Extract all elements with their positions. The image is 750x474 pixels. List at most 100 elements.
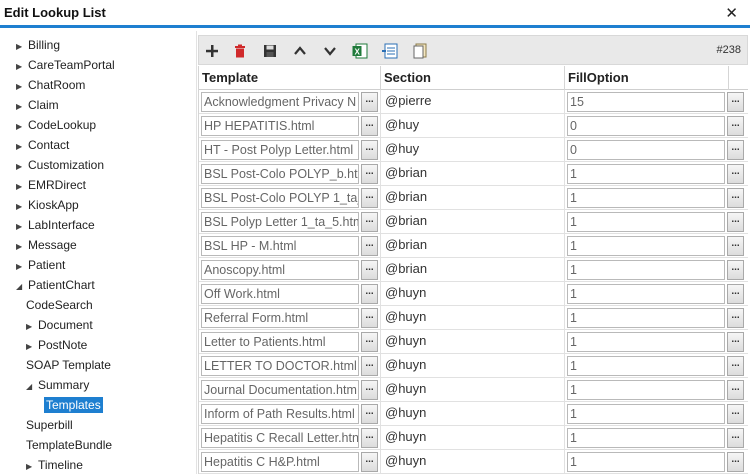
template-browse-button[interactable]: ... [361, 452, 378, 472]
column-header-template[interactable]: Template [199, 66, 381, 90]
filloption-browse-button[interactable]: ... [727, 380, 744, 400]
lookup-tree[interactable]: ▶ Billing ▶ CareTeamPortal ▶ ChatRoom ▶ Claim ▶ C… [0, 31, 196, 474]
template-browse-button[interactable]: ... [361, 308, 378, 328]
table-row[interactable]: Letter to Patients.html... @huyn 1... [199, 330, 748, 354]
save-icon[interactable] [259, 40, 281, 62]
table-row[interactable]: Anoscopy.html... @brian 1... [199, 258, 748, 282]
table-row[interactable]: Acknowledgment Privacy N... @pierre 15... [199, 90, 748, 114]
template-browse-button[interactable]: ... [361, 404, 378, 424]
filloption-browse-button[interactable]: ... [727, 188, 744, 208]
collapsed-arrow-icon[interactable]: ▶ [16, 57, 28, 77]
collapsed-arrow-icon[interactable]: ▶ [16, 197, 28, 217]
template-field[interactable]: Journal Documentation.htm [201, 380, 359, 400]
template-browse-button[interactable]: ... [361, 92, 378, 112]
template-browse-button[interactable]: ... [361, 212, 378, 232]
tree-item-labinterface[interactable]: ▶ LabInterface [16, 215, 95, 235]
column-header-filloption[interactable]: FillOption [565, 66, 729, 90]
filloption-browse-button[interactable]: ... [727, 452, 744, 472]
filloption-field[interactable]: 1 [567, 356, 725, 376]
table-row[interactable]: LETTER TO DOCTOR.html... @huyn 1... [199, 354, 748, 378]
filloption-browse-button[interactable]: ... [727, 332, 744, 352]
filloption-browse-button[interactable]: ... [727, 92, 744, 112]
template-browse-button[interactable]: ... [361, 236, 378, 256]
template-field[interactable]: Referral Form.html [201, 308, 359, 328]
section-cell[interactable]: @huyn [381, 354, 565, 378]
column-header-section[interactable]: Section [381, 66, 565, 90]
table-row[interactable]: Referral Form.html... @huyn 1... [199, 306, 748, 330]
table-row[interactable]: BSL Polyp Letter 1_ta_5.htm... @brian 1... [199, 210, 748, 234]
template-browse-button[interactable]: ... [361, 260, 378, 280]
filloption-browse-button[interactable]: ... [727, 212, 744, 232]
template-field[interactable]: BSL Post-Colo POLYP_b.htm [201, 164, 359, 184]
tree-item-contact[interactable]: ▶ Contact [16, 135, 69, 155]
collapsed-arrow-icon[interactable]: ▶ [26, 457, 38, 474]
table-row[interactable]: Journal Documentation.htm... @huyn 1... [199, 378, 748, 402]
move-up-icon[interactable] [289, 40, 311, 62]
filloption-field[interactable]: 1 [567, 404, 725, 424]
section-cell[interactable]: @huy [381, 138, 565, 162]
template-field[interactable]: HT - Post Polyp Letter.html [201, 140, 359, 160]
section-cell[interactable]: @huyn [381, 426, 565, 450]
table-row[interactable]: Hepatitis C Recall Letter.htn... @huyn 1..… [199, 426, 748, 450]
filloption-field[interactable]: 0 [567, 140, 725, 160]
section-cell[interactable]: @brian [381, 162, 565, 186]
tree-item-codesearch[interactable]: CodeSearch [26, 295, 93, 315]
tree-item-codelookup[interactable]: ▶ CodeLookup [16, 115, 96, 135]
table-row[interactable]: Off Work.html... @huyn 1... [199, 282, 748, 306]
filloption-field[interactable]: 1 [567, 260, 725, 280]
section-cell[interactable]: @huyn [381, 282, 565, 306]
filloption-field[interactable]: 1 [567, 380, 725, 400]
collapsed-arrow-icon[interactable]: ▶ [16, 97, 28, 117]
tree-item-summary[interactable]: ◢ Summary [26, 375, 89, 395]
add-icon[interactable] [201, 40, 223, 62]
template-field[interactable]: Anoscopy.html [201, 260, 359, 280]
move-down-icon[interactable] [319, 40, 341, 62]
tree-item-billing[interactable]: ▶ Billing [16, 35, 60, 55]
expanded-arrow-icon[interactable]: ◢ [16, 277, 28, 297]
tree-item-timeline[interactable]: ▶ Timeline [26, 455, 83, 474]
table-row[interactable]: HP HEPATITIS.html... @huy 0... [199, 114, 748, 138]
table-row[interactable]: HT - Post Polyp Letter.html... @huy 0... [199, 138, 748, 162]
template-browse-button[interactable]: ... [361, 380, 378, 400]
collapsed-arrow-icon[interactable]: ▶ [16, 37, 28, 57]
expanded-arrow-icon[interactable]: ◢ [26, 377, 38, 397]
collapsed-arrow-icon[interactable]: ▶ [16, 217, 28, 237]
table-row[interactable]: Hepatitis C H&P.html... @huyn 1... [199, 450, 748, 474]
splitter[interactable] [196, 31, 197, 474]
tree-item-customization[interactable]: ▶ Customization [16, 155, 104, 175]
filloption-browse-button[interactable]: ... [727, 356, 744, 376]
document-icon[interactable] [409, 40, 431, 62]
tree-item-templates[interactable]: Templates [44, 395, 103, 415]
collapsed-arrow-icon[interactable]: ▶ [26, 337, 38, 357]
filloption-browse-button[interactable]: ... [727, 308, 744, 328]
tree-item-templatebundle[interactable]: TemplateBundle [26, 435, 112, 455]
collapsed-arrow-icon[interactable]: ▶ [16, 257, 28, 277]
section-cell[interactable]: @huyn [381, 378, 565, 402]
template-field[interactable]: Off Work.html [201, 284, 359, 304]
table-row[interactable]: Inform of Path Results.html... @huyn 1... [199, 402, 748, 426]
section-cell[interactable]: @brian [381, 186, 565, 210]
collapsed-arrow-icon[interactable]: ▶ [26, 317, 38, 337]
filloption-browse-button[interactable]: ... [727, 428, 744, 448]
tree-item-chatroom[interactable]: ▶ ChatRoom [16, 75, 85, 95]
section-cell[interactable]: @huyn [381, 306, 565, 330]
template-browse-button[interactable]: ... [361, 164, 378, 184]
close-icon[interactable]: ✕ [725, 4, 738, 22]
section-cell[interactable]: @huyn [381, 402, 565, 426]
import-icon[interactable] [379, 40, 401, 62]
template-field[interactable]: LETTER TO DOCTOR.html [201, 356, 359, 376]
collapsed-arrow-icon[interactable]: ▶ [16, 157, 28, 177]
collapsed-arrow-icon[interactable]: ▶ [16, 117, 28, 137]
template-field[interactable]: BSL Polyp Letter 1_ta_5.htm [201, 212, 359, 232]
section-cell[interactable]: @brian [381, 210, 565, 234]
template-browse-button[interactable]: ... [361, 428, 378, 448]
filloption-field[interactable]: 1 [567, 332, 725, 352]
filloption-browse-button[interactable]: ... [727, 404, 744, 424]
filloption-field[interactable]: 15 [567, 92, 725, 112]
filloption-browse-button[interactable]: ... [727, 164, 744, 184]
tree-item-patient[interactable]: ▶ Patient [16, 255, 65, 275]
filloption-field[interactable]: 1 [567, 284, 725, 304]
template-field[interactable]: Hepatitis C Recall Letter.htn [201, 428, 359, 448]
template-browse-button[interactable]: ... [361, 140, 378, 160]
filloption-browse-button[interactable]: ... [727, 260, 744, 280]
